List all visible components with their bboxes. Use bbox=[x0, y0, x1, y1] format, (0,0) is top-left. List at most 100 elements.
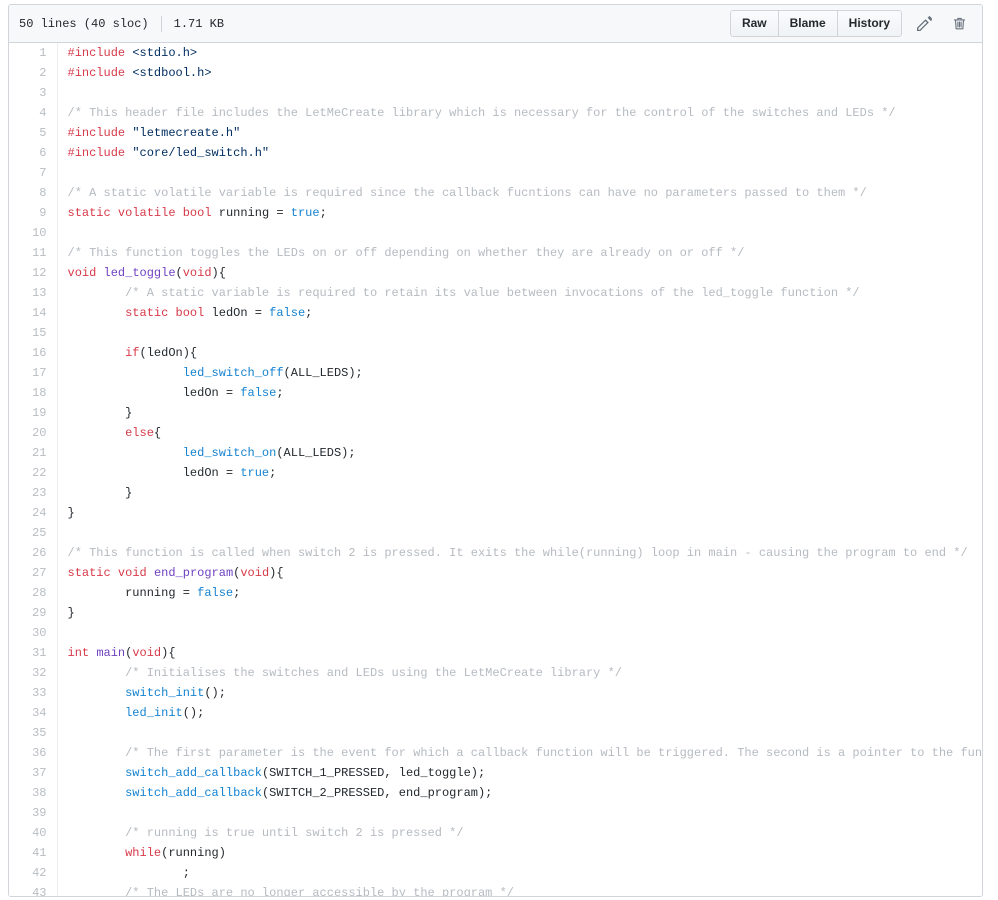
line-number[interactable]: 24 bbox=[9, 503, 58, 523]
line-number[interactable]: 15 bbox=[9, 323, 58, 343]
code-scroll-region[interactable]: 1 #include <stdio.h> 2 #include <stdbool.h>… bbox=[9, 43, 982, 896]
line-number[interactable]: 10 bbox=[9, 223, 58, 243]
blame-button[interactable]: Blame bbox=[777, 10, 837, 37]
code-line-content[interactable]: else{ bbox=[57, 423, 982, 443]
line-number[interactable]: 27 bbox=[9, 563, 58, 583]
line-number[interactable]: 12 bbox=[9, 263, 58, 283]
code-token: if bbox=[125, 346, 140, 360]
line-number[interactable]: 3 bbox=[9, 83, 58, 103]
code-line-content[interactable]: /* The first parameter is the event for … bbox=[57, 743, 982, 763]
history-button[interactable]: History bbox=[836, 10, 902, 37]
code-token: void bbox=[182, 266, 212, 280]
code-line-content[interactable]: } bbox=[57, 503, 982, 523]
line-number[interactable]: 11 bbox=[9, 243, 58, 263]
line-number[interactable]: 31 bbox=[9, 643, 58, 663]
line-number[interactable]: 13 bbox=[9, 283, 58, 303]
line-number[interactable]: 41 bbox=[9, 843, 58, 863]
code-line-content[interactable]: } bbox=[57, 403, 982, 423]
code-line-content[interactable]: ledOn = true; bbox=[57, 463, 982, 483]
line-number[interactable]: 5 bbox=[9, 123, 58, 143]
line-number[interactable]: 38 bbox=[9, 783, 58, 803]
code-line-content[interactable] bbox=[57, 803, 982, 823]
code-token: switch_add_callback bbox=[125, 766, 262, 780]
code-line-content[interactable]: #include <stdbool.h> bbox=[57, 63, 982, 83]
code-line-content[interactable]: /* The LEDs are no longer accessible by … bbox=[57, 883, 982, 896]
line-number[interactable]: 40 bbox=[9, 823, 58, 843]
line-number[interactable]: 28 bbox=[9, 583, 58, 603]
code-line-content[interactable] bbox=[57, 323, 982, 343]
line-number[interactable]: 8 bbox=[9, 183, 58, 203]
code-line-row: 34 led_init(); bbox=[9, 703, 982, 723]
line-number[interactable]: 35 bbox=[9, 723, 58, 743]
code-line-content[interactable]: #include "letmecreate.h" bbox=[57, 123, 982, 143]
line-number[interactable]: 17 bbox=[9, 363, 58, 383]
code-line-content[interactable]: led_init(); bbox=[57, 703, 982, 723]
code-line-content[interactable]: static volatile bool running = true; bbox=[57, 203, 982, 223]
code-line-content[interactable]: if(ledOn){ bbox=[57, 343, 982, 363]
line-number[interactable]: 6 bbox=[9, 143, 58, 163]
line-number[interactable]: 1 bbox=[9, 43, 58, 63]
code-line-content[interactable]: ledOn = false; bbox=[57, 383, 982, 403]
line-number[interactable]: 18 bbox=[9, 383, 58, 403]
line-number[interactable]: 32 bbox=[9, 663, 58, 683]
code-line-content[interactable]: /* This header file includes the LetMeCr… bbox=[57, 103, 982, 123]
code-line-content[interactable] bbox=[57, 163, 982, 183]
code-line-content[interactable]: /* A static variable is required to reta… bbox=[57, 283, 982, 303]
code-line-content[interactable]: } bbox=[57, 603, 982, 623]
code-line-content[interactable]: led_switch_off(ALL_LEDS); bbox=[57, 363, 982, 383]
line-number[interactable]: 9 bbox=[9, 203, 58, 223]
code-line-content[interactable]: switch_add_callback(SWITCH_1_PRESSED, le… bbox=[57, 763, 982, 783]
line-number[interactable]: 37 bbox=[9, 763, 58, 783]
code-line-content[interactable]: #include <stdio.h> bbox=[57, 43, 982, 63]
line-number[interactable]: 39 bbox=[9, 803, 58, 823]
line-number[interactable]: 19 bbox=[9, 403, 58, 423]
line-number[interactable]: 36 bbox=[9, 743, 58, 763]
line-number[interactable]: 7 bbox=[9, 163, 58, 183]
raw-button[interactable]: Raw bbox=[729, 10, 778, 37]
code-line-content[interactable]: /* running is true until switch 2 is pre… bbox=[57, 823, 982, 843]
line-number[interactable]: 16 bbox=[9, 343, 58, 363]
code-line-content[interactable] bbox=[57, 523, 982, 543]
code-line-content[interactable]: /* Initialises the switches and LEDs usi… bbox=[57, 663, 982, 683]
line-number[interactable]: 2 bbox=[9, 63, 58, 83]
code-line-row: 4 /* This header file includes the LetMeC… bbox=[9, 103, 982, 123]
line-number[interactable]: 33 bbox=[9, 683, 58, 703]
code-line-content[interactable]: } bbox=[57, 483, 982, 503]
code-line-content[interactable] bbox=[57, 723, 982, 743]
code-line-content[interactable]: /* A static volatile variable is require… bbox=[57, 183, 982, 203]
line-number[interactable]: 23 bbox=[9, 483, 58, 503]
line-number[interactable]: 42 bbox=[9, 863, 58, 883]
code-line-content[interactable]: switch_add_callback(SWITCH_2_PRESSED, en… bbox=[57, 783, 982, 803]
code-line-content[interactable] bbox=[57, 83, 982, 103]
line-number[interactable]: 22 bbox=[9, 463, 58, 483]
code-line-content[interactable]: #include "core/led_switch.h" bbox=[57, 143, 982, 163]
line-number[interactable]: 20 bbox=[9, 423, 58, 443]
code-line-content[interactable]: /* This function is called when switch 2… bbox=[57, 543, 982, 563]
code-line-content[interactable]: static void end_program(void){ bbox=[57, 563, 982, 583]
line-number[interactable]: 26 bbox=[9, 543, 58, 563]
line-number[interactable]: 34 bbox=[9, 703, 58, 723]
code-line-content[interactable]: static bool ledOn = false; bbox=[57, 303, 982, 323]
code-line-content[interactable]: ; bbox=[57, 863, 982, 883]
code-line-content[interactable] bbox=[57, 623, 982, 643]
line-number[interactable]: 30 bbox=[9, 623, 58, 643]
line-number[interactable]: 25 bbox=[9, 523, 58, 543]
line-number[interactable]: 21 bbox=[9, 443, 58, 463]
code-line-content[interactable]: void led_toggle(void){ bbox=[57, 263, 982, 283]
code-line-content[interactable]: led_switch_on(ALL_LEDS); bbox=[57, 443, 982, 463]
line-number[interactable]: 29 bbox=[9, 603, 58, 623]
trash-icon[interactable] bbox=[946, 11, 972, 37]
code-line-content[interactable]: while(running) bbox=[57, 843, 982, 863]
code-line-content[interactable]: int main(void){ bbox=[57, 643, 982, 663]
code-line-content[interactable]: running = false; bbox=[57, 583, 982, 603]
code-line-content[interactable]: /* This function toggles the LEDs on or … bbox=[57, 243, 982, 263]
line-number[interactable]: 14 bbox=[9, 303, 58, 323]
pencil-icon[interactable] bbox=[911, 11, 937, 37]
line-number[interactable]: 4 bbox=[9, 103, 58, 123]
code-line-content[interactable] bbox=[57, 223, 982, 243]
code-line-content[interactable]: switch_init(); bbox=[57, 683, 982, 703]
line-number[interactable]: 43 bbox=[9, 883, 58, 896]
